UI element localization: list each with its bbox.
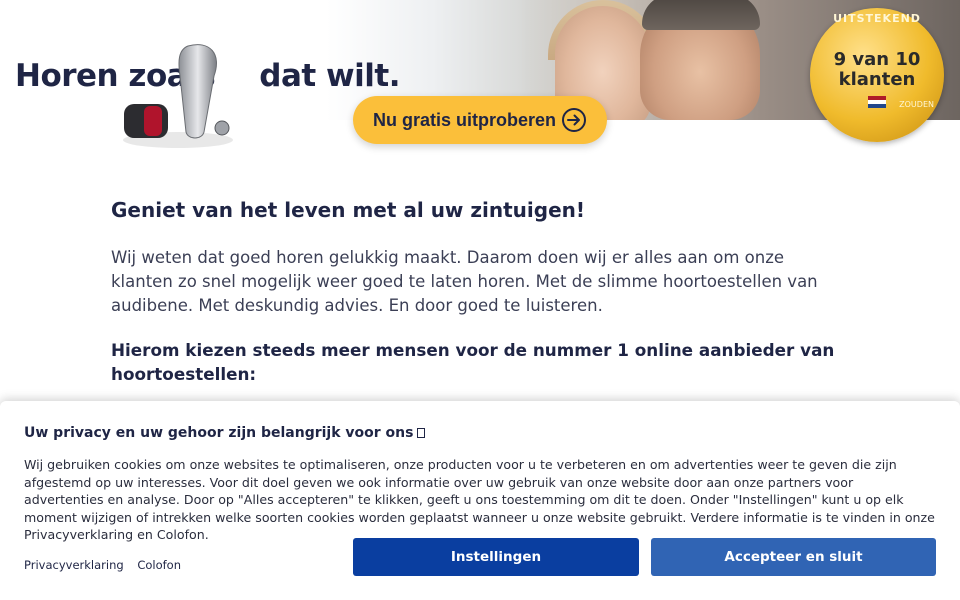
hero-person-man-hair (642, 0, 760, 30)
privacy-policy-link[interactable]: Privacyverklaring (24, 558, 124, 572)
main-body-text: Wij weten dat goed horen gelukkig maakt.… (111, 248, 818, 315)
missing-glyph-icon (417, 428, 426, 438)
cookie-title-text: Uw privacy en uw gehoor zijn belangrijk … (24, 425, 414, 441)
cookie-settings-button[interactable]: Instellingen (353, 538, 639, 576)
seal-bottom-text: ZOUDEN (899, 100, 934, 109)
arrow-right-circle-icon (562, 108, 586, 132)
main-content: Geniet van het leven met al uw zintuigen… (111, 196, 851, 386)
main-heading: Geniet van het leven met al uw zintuigen… (111, 198, 585, 222)
try-free-button-label: Nu gratis uitproberen (373, 109, 557, 130)
seal-top-text: UITSTEKEND (833, 12, 921, 25)
accept-cookies-button[interactable]: Accepteer en sluit (651, 538, 936, 576)
netherlands-flag-icon (868, 96, 886, 108)
try-free-button[interactable]: Nu gratis uitproberen (353, 96, 607, 144)
cookie-title: Uw privacy en uw gehoor zijn belangrijk … (24, 425, 426, 441)
cookie-description: Wij gebruiken cookies om onze websites t… (24, 457, 935, 542)
seal-line2: klanten (838, 69, 916, 90)
cookie-links: Privacyverklaring Colofon (24, 558, 191, 572)
hearing-aid-image (123, 44, 233, 148)
seal-line1: 9 van 10 (833, 49, 921, 70)
colofon-link[interactable]: Colofon (137, 558, 181, 572)
hero-title-part2: dat wilt. (259, 58, 400, 94)
customer-satisfaction-seal: UITSTEKEND 9 van 10 klanten ZOUDEN (810, 8, 944, 142)
main-subheading: Hierom kiezen steeds meer mensen voor de… (111, 340, 835, 384)
